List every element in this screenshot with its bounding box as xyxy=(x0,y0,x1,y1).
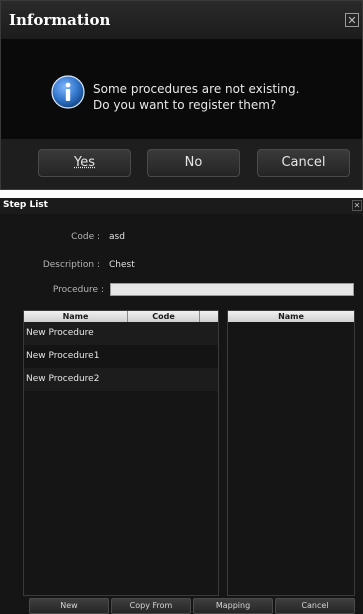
description-label: Description : xyxy=(42,260,100,270)
row-name: New Procedure1 xyxy=(26,351,100,361)
copy-from-button[interactable]: Copy From xyxy=(111,598,191,614)
cancel-button[interactable]: Cancel xyxy=(257,149,350,177)
cancel-step-button[interactable]: Cancel xyxy=(275,598,355,614)
information-title-bar: Information ✕ xyxy=(1,1,362,39)
info-icon xyxy=(51,75,85,109)
information-message-line1: Some procedures are not existing. xyxy=(93,82,300,96)
yes-button[interactable]: Yes xyxy=(38,149,131,177)
information-title: Information xyxy=(9,11,111,29)
mapping-button[interactable]: Mapping xyxy=(193,598,273,614)
close-icon[interactable]: ✕ xyxy=(352,200,362,211)
procedure-input[interactable] xyxy=(110,283,354,296)
step-list-title-bar: Step List ✕ xyxy=(0,198,363,214)
information-dialog: Information ✕ Some procedures are not ex… xyxy=(0,0,363,190)
mapped-grid[interactable]: Name xyxy=(227,310,355,596)
close-icon[interactable]: ✕ xyxy=(345,13,359,27)
column-header-name[interactable]: Name xyxy=(24,311,128,322)
code-label: Code : xyxy=(71,232,100,242)
row-name: New Procedure2 xyxy=(26,374,100,384)
description-value: Chest xyxy=(109,260,135,270)
row-name: New Procedure xyxy=(26,328,94,338)
no-button[interactable]: No xyxy=(147,149,240,177)
table-row[interactable]: New Procedure2 xyxy=(24,368,218,391)
new-button[interactable]: New xyxy=(29,598,109,614)
yes-button-label: Yes xyxy=(74,155,95,170)
column-header-name[interactable]: Name xyxy=(228,311,354,322)
column-header-code[interactable]: Code xyxy=(128,311,200,322)
procedure-grid[interactable]: Name Code New Procedure New Procedure1 N… xyxy=(23,310,219,596)
information-message-line2: Do you want to register them? xyxy=(93,98,277,112)
procedure-label: Procedure : xyxy=(52,285,104,295)
step-list-title: Step List xyxy=(3,200,48,210)
column-header-spacer xyxy=(200,311,218,322)
table-row[interactable]: New Procedure1 xyxy=(24,345,218,368)
information-message: Some procedures are not existing. Do you… xyxy=(93,81,299,113)
step-list-dialog: Step List ✕ Code : asd Description : Che… xyxy=(0,198,363,614)
code-value: asd xyxy=(109,232,125,242)
table-row[interactable]: New Procedure xyxy=(24,322,218,345)
